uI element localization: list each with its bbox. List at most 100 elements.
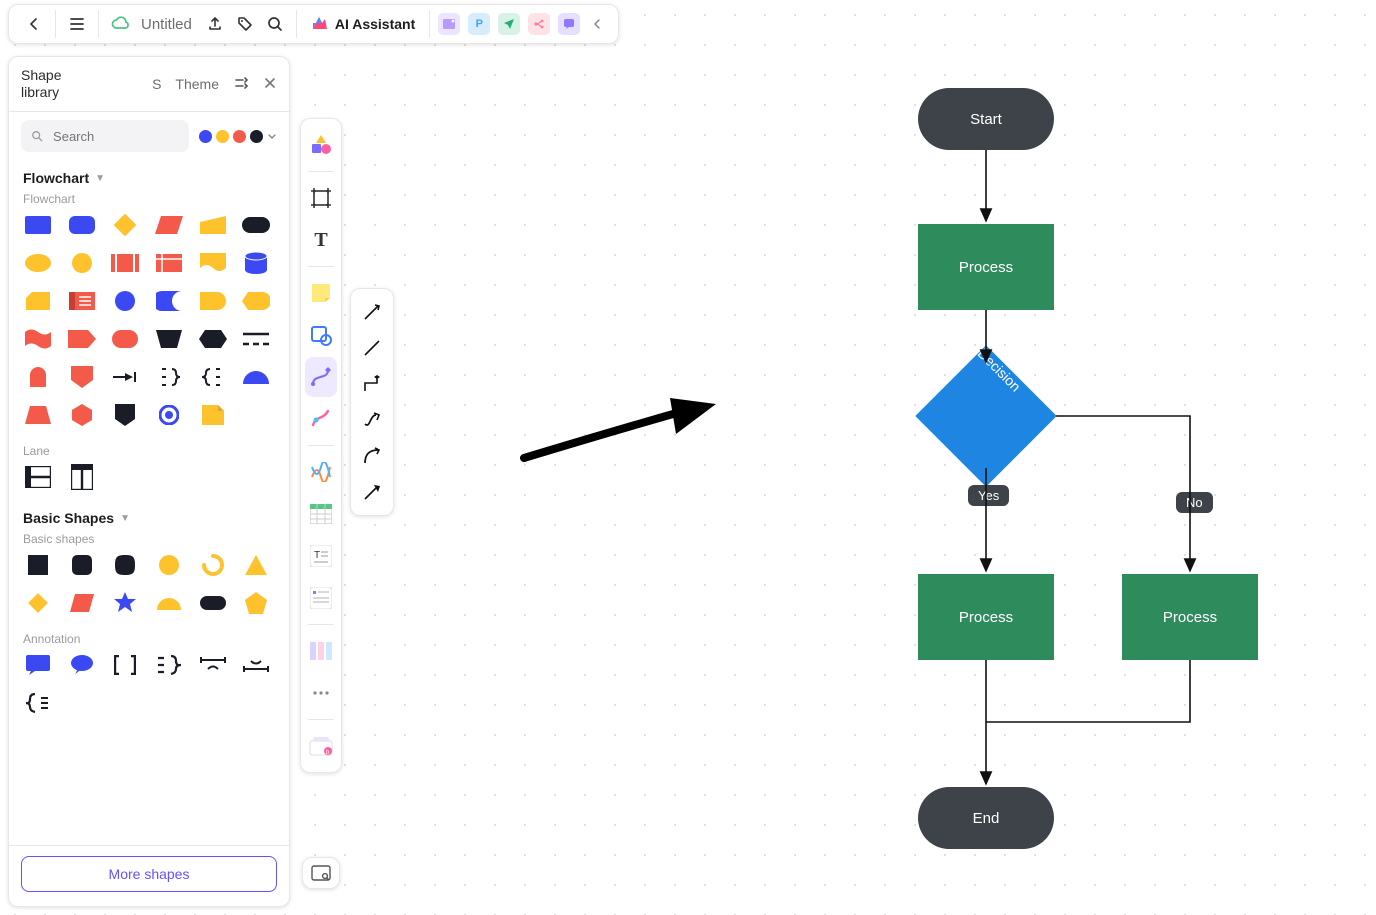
shape-brace-open[interactable] <box>198 366 228 388</box>
s-shortcut-button[interactable]: S <box>152 76 161 92</box>
shape-note[interactable] <box>198 404 228 426</box>
line-curved[interactable] <box>357 439 387 473</box>
shape-collate[interactable] <box>110 366 140 388</box>
shape-flag[interactable] <box>23 328 53 350</box>
shape-manual-op[interactable] <box>154 328 184 350</box>
shape-internal-storage[interactable] <box>154 252 184 274</box>
line-arrow[interactable] <box>357 295 387 329</box>
back-button[interactable] <box>21 11 47 37</box>
minimap-button[interactable] <box>302 857 340 889</box>
tool-mindmap[interactable] <box>305 452 337 492</box>
panel-settings-icon[interactable] <box>233 75 249 94</box>
shape-terminator[interactable] <box>241 214 271 236</box>
shape-preparation[interactable] <box>198 328 228 350</box>
shape-semicircle[interactable] <box>241 366 271 388</box>
shape-predefined[interactable] <box>110 252 140 274</box>
swatch-red[interactable] <box>233 130 246 143</box>
shape-tab[interactable] <box>23 366 53 388</box>
shape-list-brace[interactable] <box>154 654 184 676</box>
shape-diamond-y[interactable] <box>23 592 53 614</box>
shape-document[interactable] <box>198 252 228 274</box>
swatch-yellow[interactable] <box>216 130 229 143</box>
swatch-blue[interactable] <box>199 130 212 143</box>
color-swatches[interactable] <box>199 130 277 143</box>
shape-delay[interactable] <box>198 290 228 312</box>
flow-end[interactable]: End <box>918 787 1054 849</box>
search-button[interactable] <box>262 11 288 37</box>
tag-button[interactable] <box>232 11 258 37</box>
panel-close-icon[interactable] <box>263 76 277 93</box>
shape-search-input[interactable] <box>51 128 179 145</box>
shape-search[interactable] <box>21 120 189 152</box>
tool-pen[interactable] <box>305 399 337 439</box>
tool-card[interactable] <box>305 578 337 618</box>
flow-process-right[interactable]: Process <box>1122 574 1258 660</box>
shape-shield[interactable] <box>67 366 97 388</box>
flow-yes-label[interactable]: Yes <box>968 485 1009 506</box>
tool-table[interactable] <box>305 494 337 534</box>
shape-circle-y[interactable] <box>67 252 97 274</box>
shape-manual-input[interactable] <box>198 214 228 236</box>
flow-decision[interactable]: Decision <box>936 366 1036 466</box>
shape-ellipse[interactable] <box>23 252 53 274</box>
tool-shapes[interactable] <box>305 125 337 165</box>
shape-brace-list[interactable] <box>23 692 53 714</box>
shape-stored-data[interactable] <box>154 290 184 312</box>
shape-chat-bubble[interactable] <box>67 654 97 676</box>
line-filled-arrow[interactable] <box>357 475 387 509</box>
shape-capsule[interactable] <box>198 592 228 614</box>
ai-assistant-button[interactable]: AI Assistant <box>305 15 421 33</box>
chat-chip[interactable] <box>558 13 580 35</box>
shape-data[interactable] <box>154 214 184 236</box>
shape-rounded[interactable] <box>67 214 97 236</box>
document-title[interactable]: Untitled <box>141 16 192 33</box>
section-flowchart-title[interactable]: Flowchart▼ <box>23 170 275 186</box>
shape-dimension-v[interactable] <box>241 654 271 676</box>
cloud-sync-icon[interactable] <box>107 11 133 37</box>
flow-no-label[interactable]: No <box>1176 492 1213 513</box>
flow-process-1[interactable]: Process <box>918 224 1054 310</box>
tool-text[interactable]: T <box>305 220 337 260</box>
shape-display[interactable] <box>241 290 271 312</box>
mind-chip[interactable] <box>528 13 550 35</box>
line-s-curve[interactable] <box>357 403 387 437</box>
shape-comment-line[interactable] <box>241 328 271 350</box>
shape-chat-rect[interactable] <box>23 654 53 676</box>
tool-more[interactable] <box>305 673 337 713</box>
shape-lane-horizontal[interactable] <box>23 466 53 488</box>
shape-decision[interactable] <box>110 214 140 236</box>
chip-collapse-button[interactable] <box>588 11 606 37</box>
swatch-chevron-icon[interactable] <box>267 131 277 141</box>
shape-connector[interactable] <box>110 290 140 312</box>
shape-circle[interactable] <box>154 554 184 576</box>
shape-brace-close[interactable] <box>154 366 184 388</box>
tool-library[interactable]: b <box>305 726 337 766</box>
theme-button[interactable]: Theme <box>175 76 219 92</box>
shape-hexagon[interactable] <box>67 404 97 426</box>
shape-dimension-h[interactable] <box>198 654 228 676</box>
tool-textblock[interactable]: T <box>305 536 337 576</box>
p-chip[interactable]: P <box>468 13 490 35</box>
tool-connector[interactable] <box>305 357 337 397</box>
shape-trapezoid[interactable] <box>23 404 53 426</box>
shape-list[interactable] <box>67 290 97 312</box>
shape-arrow-right[interactable] <box>67 328 97 350</box>
line-elbow[interactable] <box>357 367 387 401</box>
shape-arc[interactable] <box>198 554 228 576</box>
line-straight[interactable] <box>357 331 387 365</box>
shape-squircle[interactable] <box>110 554 140 576</box>
shape-database[interactable] <box>241 252 271 274</box>
shape-square[interactable] <box>23 554 53 576</box>
flow-process-left[interactable]: Process <box>918 574 1054 660</box>
shape-brackets[interactable] <box>110 654 140 676</box>
shape-process[interactable] <box>23 214 53 236</box>
ai-image-chip[interactable] <box>438 13 460 35</box>
shape-pentagon[interactable] <box>241 592 271 614</box>
shape-triangle[interactable] <box>241 554 271 576</box>
shape-lane-vertical[interactable] <box>67 466 97 488</box>
swatch-dark[interactable] <box>250 130 263 143</box>
shape-card[interactable] <box>23 290 53 312</box>
section-basic-title[interactable]: Basic Shapes▼ <box>23 510 275 526</box>
share-chip[interactable] <box>498 13 520 35</box>
shape-round-square[interactable] <box>67 554 97 576</box>
